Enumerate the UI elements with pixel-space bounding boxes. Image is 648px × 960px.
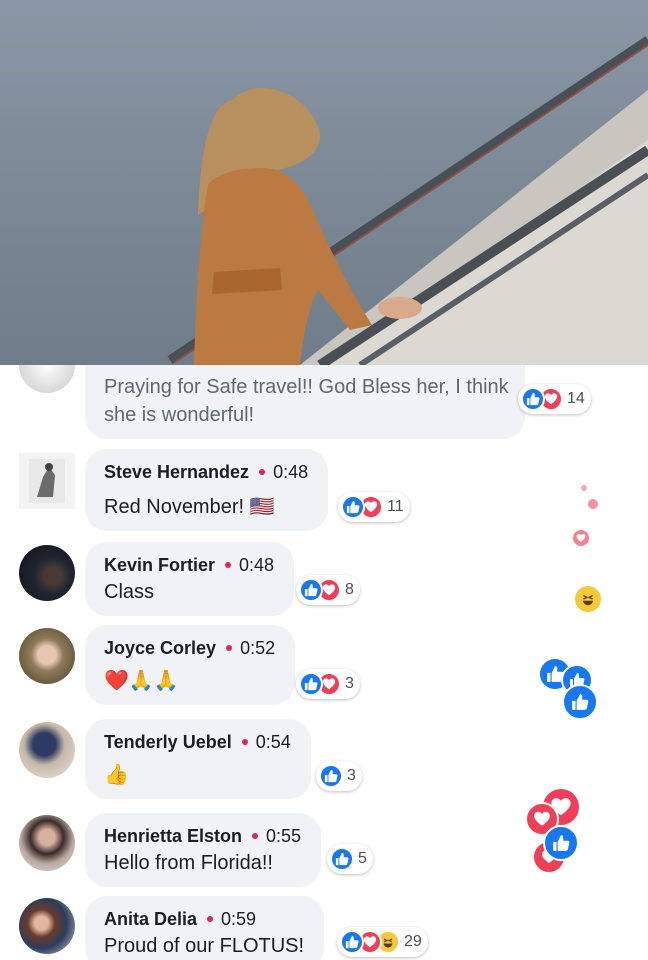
comment-author[interactable]: Joyce Corley: [104, 635, 216, 661]
like-icon: [341, 495, 365, 519]
reaction-summary[interactable]: 3: [316, 761, 362, 791]
timestamp-dot: [252, 833, 259, 839]
comment-text: Praying for Safe travel!! God Bless her,…: [104, 376, 509, 426]
comment-time: 0:54: [255, 732, 291, 752]
comment-bubble: Joyce Corley 0:52 ❤️🙏🙏: [85, 625, 296, 705]
comment-author[interactable]: Kevin Fortier: [104, 552, 215, 578]
like-icon: [543, 825, 579, 861]
comment-text: ❤️🙏🙏: [104, 670, 179, 692]
comment-text: Hello from Florida!!: [104, 852, 273, 874]
love-icon: [587, 498, 599, 510]
comment-text: 👍: [104, 764, 129, 786]
reaction-summary[interactable]: 3: [296, 669, 360, 699]
like-icon: [521, 387, 545, 411]
comment-time: 0:48: [239, 555, 275, 575]
avatar[interactable]: [19, 365, 75, 393]
live-video[interactable]: [0, 0, 648, 365]
reaction-summary[interactable]: 5: [327, 844, 373, 874]
comment-text: Proud of our FLOTUS!: [104, 935, 305, 957]
comment-author[interactable]: Anita Delia: [104, 906, 197, 932]
avatar[interactable]: [19, 453, 75, 509]
comment-author[interactable]: Tenderly Uebel: [104, 729, 232, 755]
reaction-summary[interactable]: 11: [338, 492, 410, 522]
comment-bubble: Henrietta Elston 0:55 Hello from Florida…: [85, 813, 322, 887]
avatar[interactable]: [19, 722, 75, 778]
comment-time: 0:52: [240, 638, 276, 658]
video-frame: [167, 36, 648, 365]
comment-time: 0:59: [221, 909, 257, 929]
reaction-summary[interactable]: 14: [518, 384, 591, 414]
timestamp-dot: [226, 645, 233, 651]
like-icon: [299, 672, 323, 696]
avatar[interactable]: [19, 545, 75, 601]
comment-bubble: Kevin Fortier 0:48 Class: [85, 542, 295, 616]
like-icon: [330, 847, 354, 871]
comment-bubble: Steve Hernandez 0:48 Red November! 🇺🇸: [85, 449, 329, 531]
like-icon: [319, 764, 343, 788]
reaction-count: 5: [358, 850, 367, 867]
comment-author[interactable]: Steve Hernandez: [104, 459, 249, 485]
like-icon: [340, 930, 364, 954]
comment-time: 0:48: [273, 462, 309, 482]
avatar[interactable]: [19, 898, 75, 954]
reaction-count: 14: [567, 390, 585, 407]
avatar[interactable]: [19, 815, 75, 871]
timestamp-dot: [241, 739, 248, 745]
reaction-count: 3: [347, 767, 356, 784]
reaction-count: 29: [404, 933, 422, 950]
haha-icon: [575, 586, 601, 612]
comment-bubble: Anita Delia 0:59 Proud of our FLOTUS!: [85, 896, 325, 960]
timestamp-dot: [225, 562, 232, 568]
reaction-count: 3: [345, 675, 354, 692]
reaction-summary[interactable]: 29: [337, 927, 428, 957]
love-icon: [571, 528, 591, 548]
comment-bubble: Tenderly Uebel 0:54 👍: [85, 719, 311, 799]
comment-bubble: Praying for Safe travel!! God Bless her,…: [85, 365, 525, 439]
timestamp-dot: [207, 916, 214, 922]
like-icon: [562, 684, 598, 720]
comment-author[interactable]: Henrietta Elston: [104, 823, 242, 849]
comment-text: Class: [104, 581, 155, 603]
reaction-count: 8: [345, 581, 354, 598]
comment-text: Red November! 🇺🇸: [104, 496, 275, 518]
timestamp-dot: [259, 469, 266, 475]
reaction-count: 11: [387, 498, 404, 515]
reaction-summary[interactable]: 8: [296, 575, 360, 605]
love-icon: [580, 484, 588, 492]
avatar[interactable]: [19, 628, 75, 684]
like-icon: [299, 578, 323, 602]
comment-time: 0:55: [266, 826, 302, 846]
